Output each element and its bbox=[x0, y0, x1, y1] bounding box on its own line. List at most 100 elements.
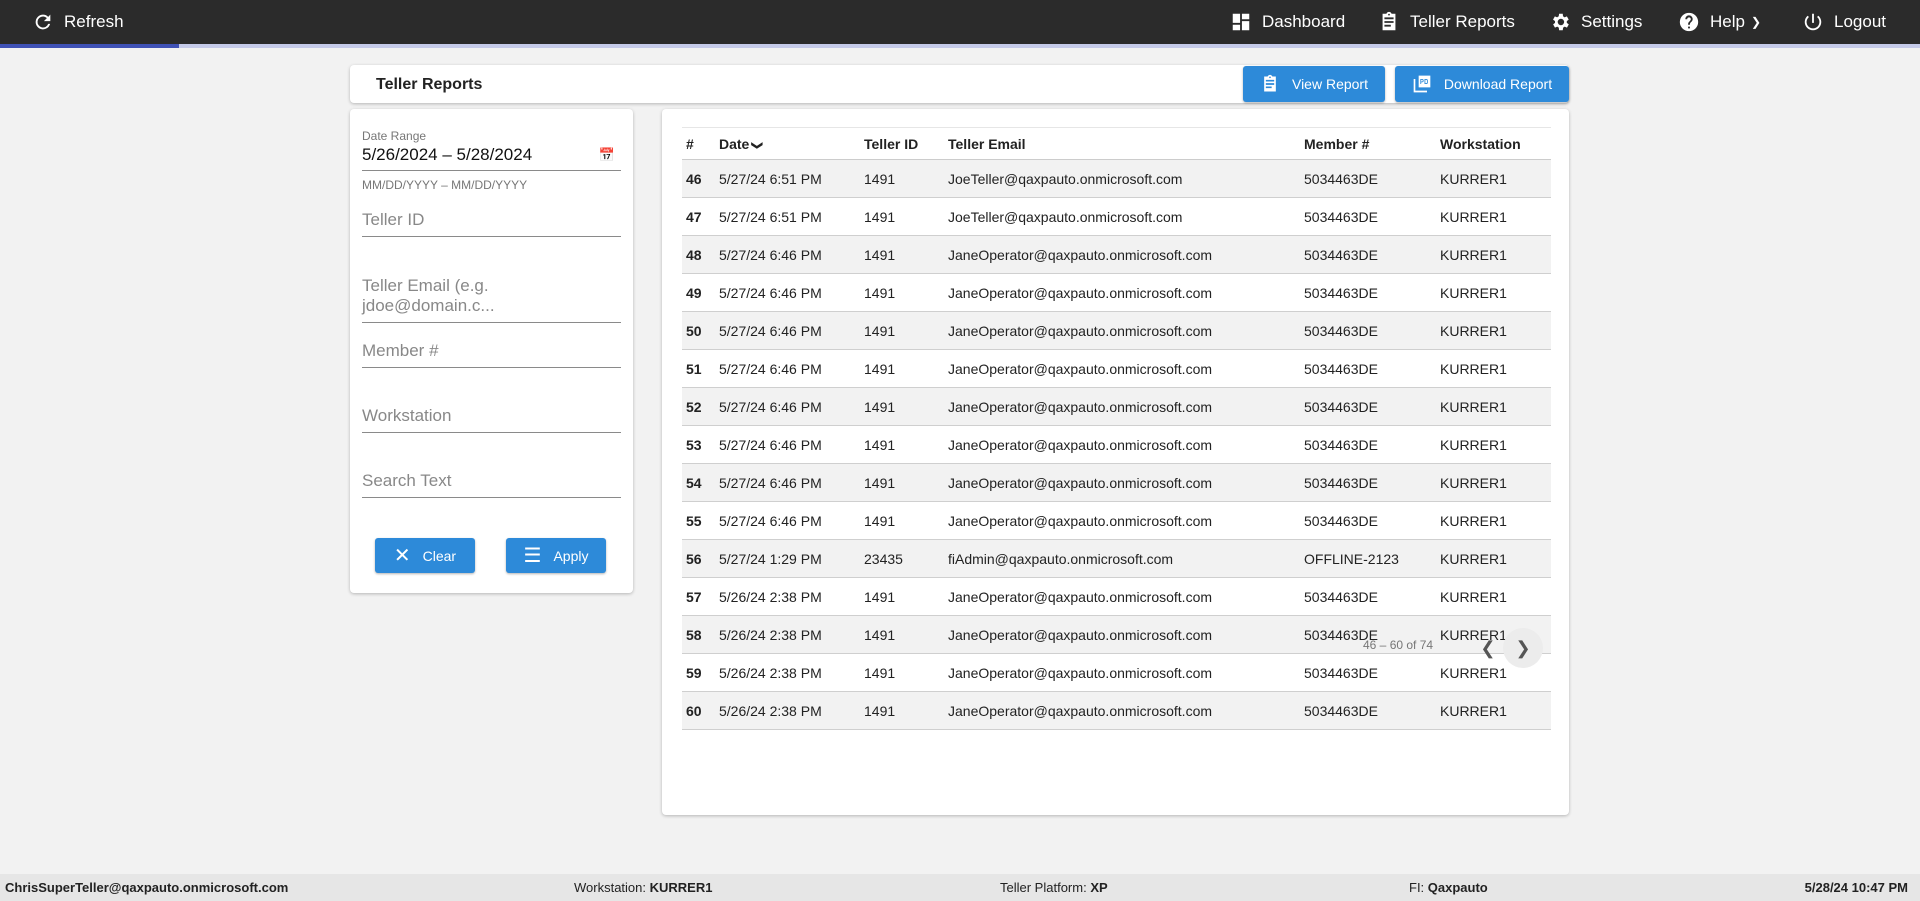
row-number: 60 bbox=[682, 691, 719, 730]
row-teller-id: 1491 bbox=[864, 387, 948, 426]
row-member: 5034463DE bbox=[1304, 387, 1440, 426]
row-date: 5/27/24 6:46 PM bbox=[719, 311, 864, 350]
refresh-label: Refresh bbox=[64, 12, 124, 31]
chevron-left-icon: ❯ bbox=[1480, 637, 1496, 658]
nav-help[interactable]: Help ❯ bbox=[1678, 0, 1761, 44]
view-report-label: View Report bbox=[1291, 76, 1368, 92]
nav-label: Settings bbox=[1581, 12, 1643, 31]
date-range-label: Date Range bbox=[362, 129, 427, 143]
row-date: 5/26/24 2:38 PM bbox=[719, 615, 864, 654]
download-report-button[interactable]: Download Report bbox=[1395, 66, 1569, 102]
row-workstation: KURRER1 bbox=[1440, 691, 1551, 730]
table-row[interactable]: 47 5/27/24 6:51 PM 1491 JoeTeller@qaxpauto.… bbox=[682, 197, 1551, 236]
table-row[interactable]: 49 5/27/24 6:46 PM 1491 JaneOperator@qaxpau… bbox=[682, 273, 1551, 312]
table-row[interactable]: 56 5/27/24 1:29 PM 23435 fiAdmin@qaxpauto.o… bbox=[682, 539, 1551, 578]
row-teller-id: 1491 bbox=[864, 311, 948, 350]
next-page-button[interactable]: ❯ bbox=[1503, 628, 1543, 668]
workstation-input[interactable]: Workstation bbox=[362, 406, 621, 433]
row-teller-id: 1491 bbox=[864, 501, 948, 540]
row-member: 5034463DE bbox=[1304, 159, 1440, 198]
page-title: Teller Reports bbox=[376, 76, 483, 93]
top-bar: Refresh Dashboard Teller Reports Setting… bbox=[0, 0, 1920, 44]
row-workstation: KURRER1 bbox=[1440, 577, 1551, 616]
table-row[interactable]: 50 5/27/24 6:46 PM 1491 JaneOperator@qaxpau… bbox=[682, 311, 1551, 350]
row-workstation: KURRER1 bbox=[1440, 463, 1551, 502]
table-header: # Date ❯ Teller ID Teller Email Member #… bbox=[682, 127, 1551, 160]
clipboard-icon bbox=[1264, 74, 1276, 92]
row-teller-email: JaneOperator@qaxpauto.onmicrosoft.com bbox=[948, 311, 1304, 350]
footer-user: ChrisSuperTeller@qaxpauto.onmicrosoft.co… bbox=[5, 880, 289, 895]
teller-id-input[interactable]: Teller ID bbox=[362, 210, 621, 237]
teller-email-input[interactable]: Teller Email (e.g. jdoe@domain.c... bbox=[362, 276, 621, 323]
row-number: 59 bbox=[682, 653, 719, 692]
download-report-label: Download Report bbox=[1443, 76, 1553, 92]
page-header: Teller Reports bbox=[350, 65, 1569, 103]
row-member: 5034463DE bbox=[1304, 425, 1440, 464]
row-workstation: KURRER1 bbox=[1440, 387, 1551, 426]
row-date: 5/26/24 2:38 PM bbox=[719, 691, 864, 730]
filter-panel: Date Range 5/26/2024 – 5/28/2024 📅 MM/DD… bbox=[350, 109, 633, 593]
row-number: 50 bbox=[682, 311, 719, 350]
row-teller-email: JaneOperator@qaxpauto.onmicrosoft.com bbox=[948, 615, 1304, 654]
row-member: 5034463DE bbox=[1304, 235, 1440, 274]
calendar-icon[interactable]: 📅 bbox=[599, 147, 615, 163]
row-date: 5/26/24 2:38 PM bbox=[719, 577, 864, 616]
clear-button[interactable]: ✕ Clear bbox=[375, 538, 475, 573]
nav-dashboard[interactable]: Dashboard bbox=[1230, 0, 1345, 44]
status-bar: ChrisSuperTeller@qaxpauto.onmicrosoft.co… bbox=[0, 874, 1920, 901]
gear-icon bbox=[1553, 13, 1569, 31]
row-workstation: KURRER1 bbox=[1440, 197, 1551, 236]
view-report-button[interactable]: View Report bbox=[1243, 66, 1385, 102]
table-row[interactable]: 60 5/26/24 2:38 PM 1491 JaneOperator@qaxpau… bbox=[682, 691, 1551, 730]
table-row[interactable]: 53 5/27/24 6:46 PM 1491 JaneOperator@qaxpau… bbox=[682, 425, 1551, 464]
row-teller-id: 1491 bbox=[864, 273, 948, 312]
search-text-input[interactable]: Search Text bbox=[362, 471, 621, 498]
table-row[interactable]: 55 5/27/24 6:46 PM 1491 JaneOperator@qaxpau… bbox=[682, 501, 1551, 540]
table-row[interactable]: 57 5/26/24 2:38 PM 1491 JaneOperator@qaxpau… bbox=[682, 577, 1551, 616]
table-row[interactable]: 59 5/26/24 2:38 PM 1491 JaneOperator@qaxpau… bbox=[682, 653, 1551, 692]
row-workstation: KURRER1 bbox=[1440, 501, 1551, 540]
row-date: 5/27/24 6:46 PM bbox=[719, 501, 864, 540]
apply-label: Apply bbox=[553, 547, 589, 564]
row-date: 5/27/24 6:46 PM bbox=[719, 349, 864, 388]
row-member: OFFLINE-2123 bbox=[1304, 539, 1440, 578]
footer-datetime: 5/28/24 10:47 PM bbox=[1804, 880, 1908, 895]
row-teller-email: JaneOperator@qaxpauto.onmicrosoft.com bbox=[948, 653, 1304, 692]
prev-page-button[interactable]: ❯ bbox=[1470, 630, 1506, 666]
table-row[interactable]: 46 5/27/24 6:51 PM 1491 JoeTeller@qaxpauto.… bbox=[682, 159, 1551, 198]
row-teller-id: 1491 bbox=[864, 349, 948, 388]
row-teller-id: 1491 bbox=[864, 159, 948, 198]
clipboard-icon bbox=[1382, 11, 1396, 31]
row-member: 5034463DE bbox=[1304, 501, 1440, 540]
row-member: 5034463DE bbox=[1304, 653, 1440, 692]
table-row[interactable]: 52 5/27/24 6:46 PM 1491 JaneOperator@qaxpau… bbox=[682, 387, 1551, 426]
row-workstation: KURRER1 bbox=[1440, 349, 1551, 388]
nav-label: Teller Reports bbox=[1410, 12, 1515, 31]
pagination-range: 46 – 60 of 74 bbox=[1363, 638, 1434, 652]
table-row[interactable]: 51 5/27/24 6:46 PM 1491 JaneOperator@qaxpau… bbox=[682, 349, 1551, 388]
date-range-input[interactable]: 5/26/2024 – 5/28/2024 📅 bbox=[362, 145, 621, 171]
row-member: 5034463DE bbox=[1304, 577, 1440, 616]
row-member: 5034463DE bbox=[1304, 691, 1440, 730]
progress-fill bbox=[0, 44, 179, 48]
nav-logout[interactable]: Logout bbox=[1802, 0, 1886, 44]
table-row[interactable]: 54 5/27/24 6:46 PM 1491 JaneOperator@qaxpau… bbox=[682, 463, 1551, 502]
row-teller-email: JoeTeller@qaxpauto.onmicrosoft.com bbox=[948, 159, 1304, 198]
nav-settings[interactable]: Settings bbox=[1549, 0, 1642, 44]
footer-fi: FI: Qaxpauto bbox=[1409, 880, 1488, 895]
nav-teller-reports[interactable]: Teller Reports bbox=[1378, 0, 1515, 44]
table-row[interactable]: 48 5/27/24 6:46 PM 1491 JaneOperator@qaxpau… bbox=[682, 235, 1551, 274]
refresh-button[interactable]: Refresh bbox=[32, 0, 124, 44]
col-date[interactable]: Date ❯ bbox=[719, 127, 864, 160]
apply-button[interactable]: ☰ Apply bbox=[506, 538, 606, 573]
platform-value: XP bbox=[1090, 880, 1108, 895]
row-number: 55 bbox=[682, 501, 719, 540]
row-teller-id: 1491 bbox=[864, 197, 948, 236]
member-input[interactable]: Member # bbox=[362, 341, 621, 368]
row-number: 49 bbox=[682, 273, 719, 312]
row-number: 48 bbox=[682, 235, 719, 274]
row-number: 51 bbox=[682, 349, 719, 388]
row-date: 5/27/24 6:46 PM bbox=[719, 387, 864, 426]
row-number: 46 bbox=[682, 159, 719, 198]
nav-label: Dashboard bbox=[1262, 12, 1346, 31]
